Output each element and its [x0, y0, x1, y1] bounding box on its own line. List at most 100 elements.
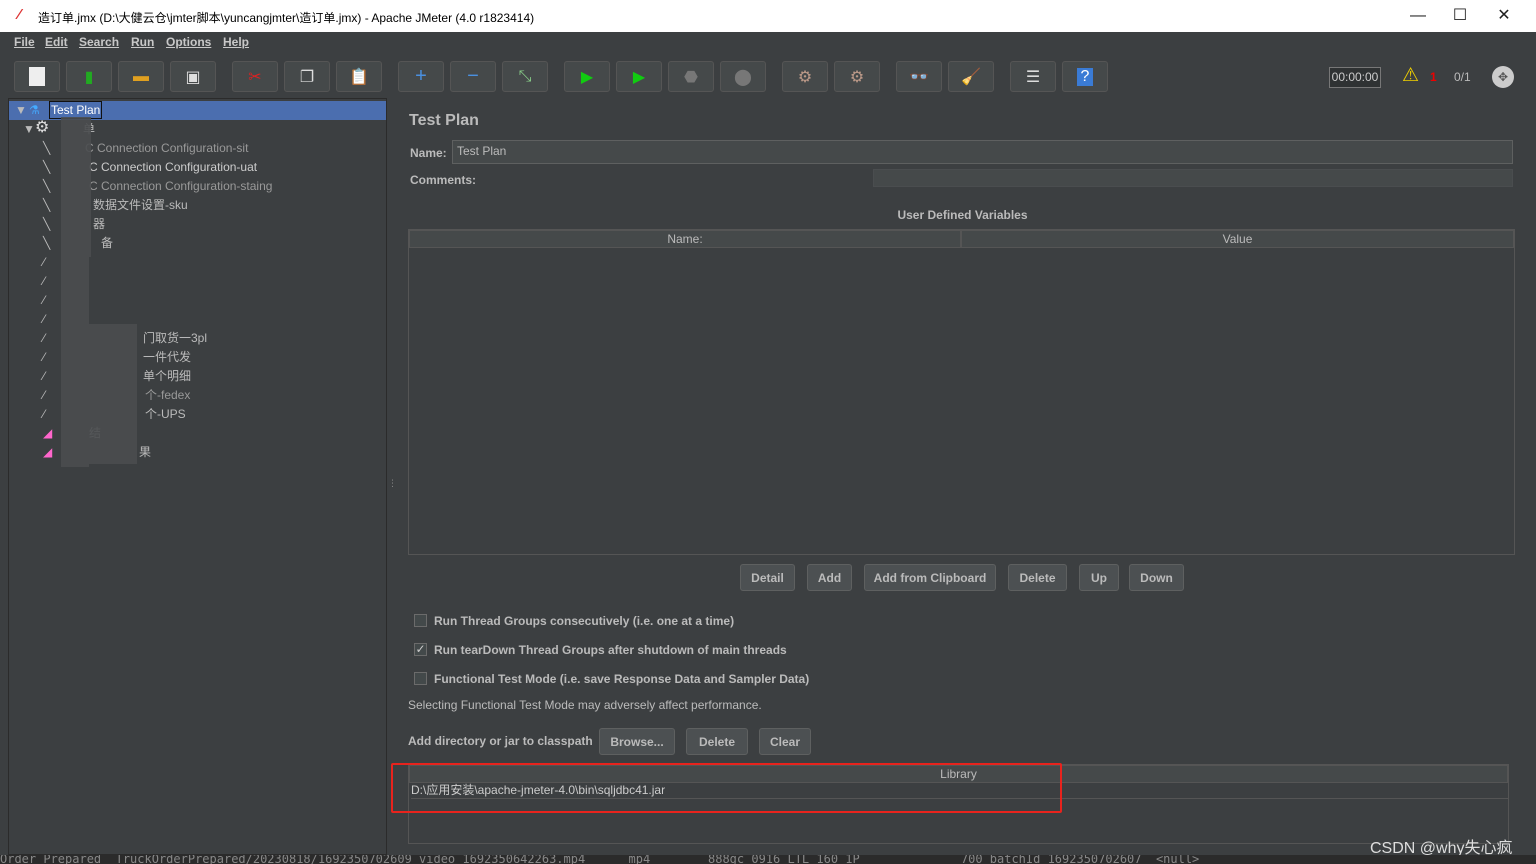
functional-mode-label: Functional Test Mode (i.e. save Response…	[434, 672, 810, 686]
udv-title: User Defined Variables	[897, 208, 1028, 222]
stop-icon[interactable]: ⬣	[668, 61, 714, 92]
redacted-area	[61, 257, 89, 467]
templates-icon[interactable]: ▮	[66, 61, 112, 92]
delete-library-button[interactable]: Delete	[686, 728, 748, 755]
delete-variable-button[interactable]: Delete	[1008, 564, 1067, 591]
reset-search-icon[interactable]: 🧹	[948, 61, 994, 92]
thread-count: 0/1	[1454, 70, 1471, 84]
run-teardown-checkbox[interactable]: ✓	[414, 643, 427, 656]
paste-icon[interactable]: 📋	[336, 61, 382, 92]
name-input[interactable]: Test Plan	[452, 140, 1513, 164]
config-element-icon: ╲	[43, 160, 51, 174]
window-title: 造订单.jmx (D:\大健云仓\jmter脚本\yuncangjmter\造订…	[38, 11, 535, 25]
up-button[interactable]: Up	[1079, 564, 1119, 591]
sampler-icon: ⁄	[43, 293, 46, 307]
config-element-icon: ╲	[43, 198, 51, 212]
tree-item[interactable]: 器	[93, 215, 105, 233]
clear-button[interactable]: Clear	[759, 728, 811, 755]
config-element-icon: ╲	[43, 236, 51, 250]
jmeter-logo-icon: ⁄	[18, 6, 21, 23]
close-button[interactable]: ✕	[1484, 4, 1524, 28]
test-plan-icon: ⚗	[29, 103, 40, 117]
help-icon[interactable]: ?	[1062, 61, 1108, 92]
warning-icon[interactable]: ⚠	[1402, 64, 1419, 87]
new-icon[interactable]	[14, 61, 60, 92]
cut-icon[interactable]: ✂	[232, 61, 278, 92]
udv-table[interactable]: Name: Value	[408, 229, 1515, 555]
tree-item[interactable]: 数据文件设置-sku	[93, 196, 188, 214]
save-icon[interactable]: ▣	[170, 61, 216, 92]
detail-button[interactable]: Detail	[740, 564, 795, 591]
sampler-icon: ⁄	[43, 312, 46, 326]
menu-run[interactable]: Run	[131, 35, 154, 49]
sampler-icon: ⁄	[43, 274, 46, 288]
name-label: Name:	[410, 146, 447, 160]
redacted-area	[61, 117, 91, 257]
open-icon[interactable]: ▬	[118, 61, 164, 92]
listener-icon: ◢	[43, 445, 53, 459]
test-plan-tree: ▼ ⚗ Test Plan ▼ ⚙ 单 C Connection Configu…	[8, 98, 387, 855]
redacted-area	[89, 324, 137, 464]
toggle-icon[interactable]: ⤡	[502, 61, 548, 92]
minimize-button[interactable]: —	[1398, 4, 1438, 28]
maximize-button[interactable]: ☐	[1440, 4, 1480, 28]
clear-icon[interactable]: ⚙	[782, 61, 828, 92]
menu-bar: File Edit Search Run Options Help	[8, 32, 1528, 52]
copy-icon[interactable]: ❐	[284, 61, 330, 92]
tree-item[interactable]: 个-UPS	[145, 405, 186, 423]
functional-mode-note: Selecting Functional Test Mode may adver…	[408, 698, 762, 712]
shutdown-icon[interactable]: ⬤	[720, 61, 766, 92]
comments-input[interactable]	[873, 169, 1513, 187]
start-no-pauses-icon[interactable]: ▶	[616, 61, 662, 92]
tree-item[interactable]: 一件代发	[143, 348, 191, 366]
tree-item[interactable]: C Connection Configuration-uat	[89, 158, 257, 176]
expand-icon[interactable]: +	[398, 61, 444, 92]
start-icon[interactable]: ▶	[564, 61, 610, 92]
split-pane-divider[interactable]: ⋮	[388, 478, 397, 492]
sampler-icon: ⁄	[43, 331, 46, 345]
highlight-annotation-box	[391, 763, 1062, 813]
add-from-clipboard-button[interactable]: Add from Clipboard	[864, 564, 996, 591]
down-button[interactable]: Down	[1129, 564, 1184, 591]
functional-mode-checkbox[interactable]	[414, 672, 427, 685]
menu-edit[interactable]: Edit	[45, 35, 68, 49]
title-bar: ⁄ 造订单.jmx (D:\大健云仓\jmter脚本\yuncangjmter\…	[0, 0, 1536, 32]
menu-help[interactable]: Help	[223, 35, 249, 49]
menu-file[interactable]: File	[14, 35, 35, 49]
remote-status-icon: ✥	[1492, 66, 1514, 88]
listener-icon: ◢	[43, 426, 53, 440]
collapse-icon[interactable]: −	[450, 61, 496, 92]
sampler-icon: ⁄	[43, 255, 46, 269]
tree-item[interactable]: 备	[101, 234, 113, 252]
sampler-icon: ⁄	[43, 369, 46, 383]
config-element-icon: ╲	[43, 179, 51, 193]
tree-item[interactable]: 门取货一3pl	[143, 329, 207, 347]
tree-item[interactable]: 果	[139, 443, 151, 461]
menu-search[interactable]: Search	[79, 35, 119, 49]
classpath-label: Add directory or jar to classpath	[408, 734, 593, 748]
warning-count: 1	[1430, 70, 1437, 84]
search-icon[interactable]: 👓	[896, 61, 942, 92]
function-helper-icon[interactable]: ☰	[1010, 61, 1056, 92]
elapsed-timer: 00:00:00	[1329, 67, 1381, 88]
tree-item[interactable]: C Connection Configuration-staing	[89, 177, 272, 195]
clear-all-icon[interactable]: ⚙	[834, 61, 880, 92]
tree-item[interactable]: C Connection Configuration-sit	[85, 139, 248, 157]
menu-options[interactable]: Options	[166, 35, 211, 49]
udv-column-value[interactable]: Value	[961, 230, 1514, 248]
add-button[interactable]: Add	[807, 564, 852, 591]
expand-arrow-icon[interactable]: ▼	[15, 101, 27, 119]
tree-item[interactable]: 单个明细	[143, 367, 191, 385]
background-window-text: Order_Prepared TruckOrderPrepared/202308…	[0, 855, 1536, 864]
test-plan-panel: Test Plan Name: Test Plan Comments: User…	[391, 98, 1528, 855]
config-element-icon: ╲	[43, 141, 51, 155]
browse-button[interactable]: Browse...	[599, 728, 675, 755]
thread-group-icon: ⚙	[35, 119, 50, 136]
udv-column-name[interactable]: Name:	[409, 230, 961, 248]
run-consecutively-checkbox[interactable]	[414, 614, 427, 627]
expand-arrow-icon[interactable]: ▼	[23, 120, 35, 138]
tree-item[interactable]: 个-fedex	[145, 386, 190, 404]
run-consecutively-label: Run Thread Groups consecutively (i.e. on…	[434, 614, 735, 628]
sampler-icon: ⁄	[43, 407, 46, 421]
sampler-icon: ⁄	[43, 350, 46, 364]
